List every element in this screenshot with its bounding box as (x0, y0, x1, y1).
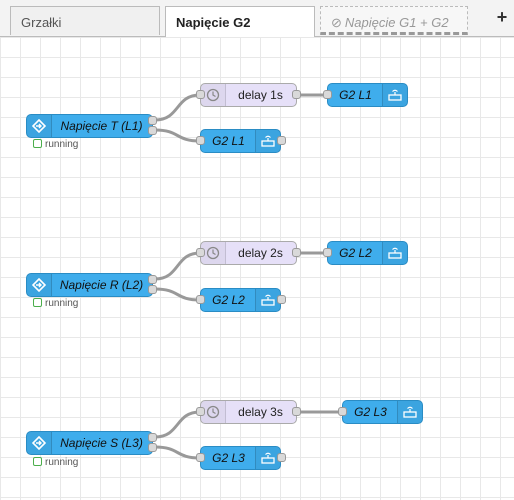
tab-grzalki[interactable]: Grzałki (10, 6, 160, 35)
status-dot-icon (33, 298, 42, 307)
output-port[interactable] (277, 136, 286, 145)
tab-bar: Grzałki Napięcie G2 ⊘ Napięcie G1 + G2 + (0, 0, 514, 37)
node-label: G2 L3 (354, 405, 387, 419)
bridge-icon (382, 242, 407, 264)
output-node-g2-l2[interactable]: G2 L2 (200, 288, 281, 312)
output-port[interactable] (277, 295, 286, 304)
output-port[interactable] (148, 126, 157, 135)
bridge-icon (382, 84, 407, 106)
input-port[interactable] (323, 90, 332, 99)
input-port[interactable] (196, 453, 205, 462)
output-port[interactable] (277, 453, 286, 462)
input-port[interactable] (196, 136, 205, 145)
delay-node-3s[interactable]: delay 3s (200, 400, 297, 424)
delay-node-2s[interactable]: delay 2s (200, 241, 297, 265)
node-label: G2 L2 (212, 293, 245, 307)
status-label: running (45, 139, 79, 150)
output-port[interactable] (148, 443, 157, 452)
status-running: running (33, 298, 78, 309)
node-label: G2 L1 (339, 88, 372, 102)
output-node-g2-l1[interactable]: G2 L1 (200, 129, 281, 153)
node-label: delay 2s (238, 246, 283, 260)
node-label: Napięcie R (L2) (59, 278, 144, 292)
status-label: running (45, 457, 79, 468)
tab-label: Grzałki (21, 15, 62, 30)
status-running: running (33, 457, 78, 468)
node-label: G2 L3 (212, 451, 245, 465)
output-port[interactable] (148, 275, 157, 284)
node-label: G2 L2 (339, 246, 372, 260)
node-label: Napięcie T (L1) (60, 119, 143, 133)
tab-napiecie-g1-g2[interactable]: ⊘ Napięcie G1 + G2 (320, 6, 468, 35)
inject-node-t-l1[interactable]: Napięcie T (L1) (26, 114, 153, 138)
output-port[interactable] (292, 407, 301, 416)
output-node-g2-l3[interactable]: G2 L3 (200, 446, 281, 470)
bridge-icon (397, 401, 422, 423)
input-port[interactable] (196, 248, 205, 257)
tab-napiecie-g2[interactable]: Napięcie G2 (165, 6, 315, 37)
input-port[interactable] (196, 90, 205, 99)
status-dot-icon (33, 457, 42, 466)
node-label: G2 L1 (212, 134, 245, 148)
output-port[interactable] (148, 116, 157, 125)
disabled-icon: ⊘ (331, 15, 342, 30)
inject-icon (27, 432, 52, 454)
status-running: running (33, 139, 78, 150)
output-node-g2-l1-delayed[interactable]: G2 L1 (327, 83, 408, 107)
output-port[interactable] (292, 248, 301, 257)
output-node-g2-l2-delayed[interactable]: G2 L2 (327, 241, 408, 265)
inject-icon (27, 274, 52, 296)
node-label: Napięcie S (L3) (60, 436, 143, 450)
inject-node-s-l3[interactable]: Napięcie S (L3) (26, 431, 153, 455)
tab-label: Napięcie G2 (176, 15, 251, 30)
tab-label: Napięcie G1 + G2 (344, 15, 449, 30)
status-dot-icon (33, 139, 42, 148)
output-port[interactable] (292, 90, 301, 99)
add-tab-button[interactable]: + (492, 7, 512, 31)
output-port[interactable] (148, 285, 157, 294)
delay-node-1s[interactable]: delay 1s (200, 83, 297, 107)
output-port[interactable] (148, 433, 157, 442)
output-node-g2-l3-delayed[interactable]: G2 L3 (342, 400, 423, 424)
input-port[interactable] (196, 407, 205, 416)
node-label: delay 1s (238, 88, 283, 102)
status-label: running (45, 298, 79, 309)
input-port[interactable] (196, 295, 205, 304)
inject-icon (27, 115, 52, 137)
node-label: delay 3s (238, 405, 283, 419)
inject-node-r-l2[interactable]: Napięcie R (L2) (26, 273, 153, 297)
input-port[interactable] (338, 407, 347, 416)
input-port[interactable] (323, 248, 332, 257)
